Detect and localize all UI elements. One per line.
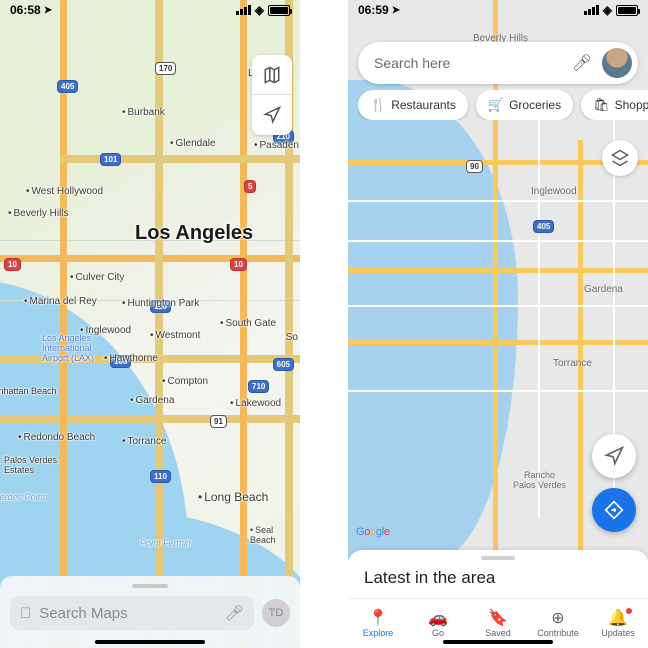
geo-label: Point Fermin <box>140 538 191 548</box>
city-label: Glendale <box>170 138 216 149</box>
city-label: Long Beach <box>198 490 268 504</box>
city-label-major: Los Angeles <box>135 222 253 245</box>
wifi-icon: ◈ <box>603 3 612 17</box>
status-bar: 06:59➤ ◈ <box>348 0 648 20</box>
cellular-icon <box>584 5 599 15</box>
city-label: Culver City <box>70 272 124 283</box>
city-label: Lakewood <box>230 398 281 409</box>
sheet-title: Latest in the area <box>364 568 632 588</box>
notification-dot <box>626 608 632 614</box>
layers-button[interactable] <box>602 140 638 176</box>
status-bar: 06:58➤ ◈ <box>0 0 300 20</box>
search-icon: 􀊫 <box>20 605 31 622</box>
drag-handle[interactable] <box>132 584 168 588</box>
user-avatar[interactable]: TD <box>262 599 290 627</box>
city-label: So <box>286 332 298 343</box>
bookmark-icon: 🔖 <box>488 609 508 627</box>
mic-icon[interactable]: 🎤︎ <box>225 604 244 622</box>
status-time: 06:59 <box>358 3 389 17</box>
route-shield: 405 <box>533 220 554 233</box>
city-label: Beverly Hills <box>8 208 69 219</box>
city-label: Huntington Park <box>122 298 199 309</box>
search-sheet[interactable]: 􀊫 Search Maps 🎤︎ TD <box>0 576 300 648</box>
cellular-icon <box>236 5 251 15</box>
route-shield: 605 <box>273 358 294 371</box>
city-label: Compton <box>162 376 208 387</box>
chip-restaurants[interactable]: 🍴Restaurants <box>358 90 468 120</box>
battery-icon <box>268 5 290 16</box>
city-label: Burbank <box>122 107 165 118</box>
city-label: Westmont <box>150 330 200 341</box>
status-time: 06:58 <box>10 3 41 17</box>
city-label: Redondo Beach <box>18 432 95 443</box>
plus-circle-icon: ⊕ <box>551 609 564 627</box>
route-shield: 5 <box>244 180 256 193</box>
chip-groceries[interactable]: 🛒Groceries <box>476 90 573 120</box>
apple-maps-screenshot: 405 101 170 210 10 10 5 110 110 105 710 … <box>0 0 300 648</box>
search-field[interactable]: 􀊫 Search Maps 🎤︎ <box>10 596 254 630</box>
city-label: Torrance <box>122 436 166 447</box>
search-field[interactable]: Search here 🎤︎ <box>358 42 638 84</box>
airport-label: Los Angeles International Airport (LAX) <box>42 334 94 364</box>
route-shield: 170 <box>155 62 176 75</box>
route-shield: 405 <box>57 80 78 93</box>
directions-button[interactable] <box>592 488 636 532</box>
google-logo: Google <box>356 526 390 538</box>
pin-icon: 📍 <box>368 609 388 627</box>
city-label: Inglewood <box>531 186 577 197</box>
route-shield: 10 <box>230 258 247 271</box>
bottom-sheet[interactable]: Latest in the area <box>348 550 648 598</box>
city-label: Seal Beach <box>250 525 300 545</box>
city-label: Manhattan Beach <box>0 386 57 396</box>
location-arrow-icon: ➤ <box>44 5 52 16</box>
city-label: Gardena <box>130 395 174 406</box>
route-shield: 91 <box>210 415 227 428</box>
locate-me-button[interactable] <box>252 95 292 135</box>
home-indicator[interactable] <box>95 640 205 644</box>
nav-explore[interactable]: 📍Explore <box>348 599 408 648</box>
city-label: Palos Verdes Estates <box>4 455 57 475</box>
city-label: Torrance <box>553 358 592 369</box>
route-shield: 101 <box>100 153 121 166</box>
wifi-icon: ◈ <box>255 3 264 17</box>
locate-me-button[interactable] <box>592 434 636 478</box>
location-arrow-icon: ➤ <box>392 5 400 16</box>
category-chips: 🍴Restaurants 🛒Groceries 🛍Shopping <box>358 90 648 120</box>
city-label: West Hollywood <box>26 186 103 197</box>
car-icon: 🚗 <box>428 609 448 627</box>
user-avatar[interactable] <box>602 48 632 78</box>
chip-shopping[interactable]: 🛍Shopping <box>581 90 648 120</box>
city-label: Pasaden <box>254 140 299 151</box>
map-controls <box>252 55 292 135</box>
home-indicator[interactable] <box>443 640 553 644</box>
nav-updates[interactable]: 🔔Updates <box>588 599 648 648</box>
geo-label: Verdes Point <box>0 492 45 502</box>
battery-icon <box>616 5 638 16</box>
search-placeholder: Search here <box>374 55 562 71</box>
route-shield: 90 <box>466 160 483 173</box>
city-label: Hawthorne <box>104 353 158 364</box>
cart-icon: 🛒 <box>488 97 504 113</box>
map-mode-button[interactable] <box>252 55 292 95</box>
mic-icon[interactable]: 🎤︎ <box>572 53 592 73</box>
route-shield: 110 <box>150 470 171 483</box>
search-placeholder: Search Maps <box>39 605 217 622</box>
bag-icon: 🛍 <box>593 97 610 113</box>
drag-handle[interactable] <box>481 556 515 560</box>
city-label: Gardena <box>584 284 623 295</box>
route-shield: 710 <box>248 380 269 393</box>
google-maps-screenshot: Beverly Hills Inglewood Gardena Torrance… <box>348 0 648 648</box>
route-shield: 10 <box>4 258 21 271</box>
city-label: South Gate <box>220 318 276 329</box>
bell-icon: 🔔 <box>608 609 628 627</box>
city-label: Marina del Rey <box>24 296 97 307</box>
city-label: Rancho Palos Verdes <box>513 470 566 490</box>
fork-knife-icon: 🍴 <box>370 97 386 113</box>
